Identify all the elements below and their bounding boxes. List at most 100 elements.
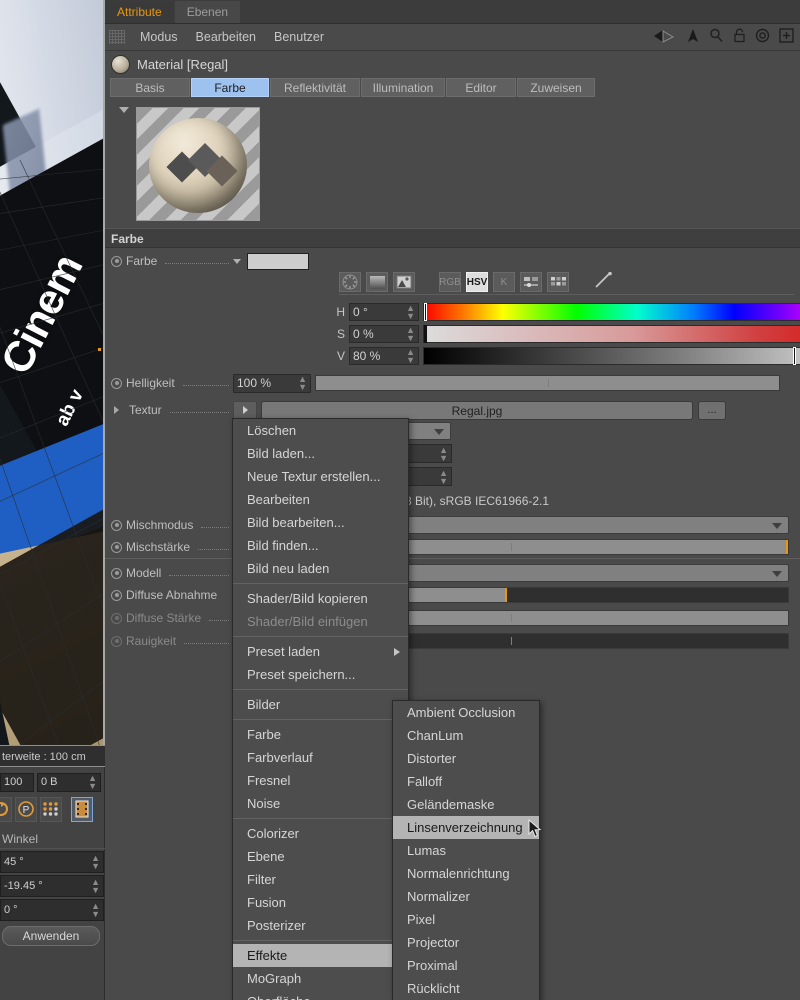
menu-item-bearbeiten[interactable]: Bearbeiten [233,488,408,511]
value-marker[interactable] [793,347,796,365]
menu-item-filter[interactable]: Filter [233,868,408,891]
submenu-item-projector[interactable]: Projector [393,931,539,954]
menu-modus[interactable]: Modus [131,30,187,44]
angle-b-field[interactable]: 0 ° ▲▼ [0,899,104,921]
menu-item-bild-finden[interactable]: Bild finden... [233,534,408,557]
submenu-item-normalizer[interactable]: Normalizer [393,885,539,908]
color-wheel-icon[interactable] [339,272,361,292]
submenu-item-pixel[interactable]: Pixel [393,908,539,931]
value-gradient-bar[interactable] [423,347,800,365]
tab-reflektivitaet[interactable]: Reflektivität [270,78,360,97]
radio-icon[interactable] [111,378,122,389]
submenu-item-chanlum[interactable]: ChanLum [393,724,539,747]
spinner-icon[interactable]: ▲▼ [88,774,97,790]
swatches-icon[interactable] [547,272,569,292]
hsv-input-h[interactable]: 0 ° ▲▼ [349,303,419,321]
submenu-item-falloff[interactable]: Falloff [393,770,539,793]
menu-item-farbe[interactable]: Farbe [233,723,408,746]
menu-item-loeschen[interactable]: Löschen [233,419,408,442]
menu-item-bild-neu-laden[interactable]: Bild neu laden [233,557,408,580]
menu-item-bild-bearbeiten[interactable]: Bild bearbeiten... [233,511,408,534]
saturation-marker[interactable] [424,325,427,343]
dots-grid-icon[interactable] [40,797,62,822]
menu-item-noise[interactable]: Noise [233,792,408,815]
spinner-icon[interactable]: ▲▼ [439,469,448,485]
submenu-item-ambient-occlusion[interactable]: Ambient Occlusion [393,701,539,724]
tab-farbe[interactable]: Farbe [191,78,269,97]
rotate-icon[interactable] [0,797,12,822]
chevron-down-icon[interactable] [233,259,241,264]
submenu-item-gelaendemaske[interactable]: Geländemaske [393,793,539,816]
effekte-submenu[interactable]: Ambient Occlusion ChanLum Distorter Fall… [392,700,540,1000]
menu-item-mograph[interactable]: MoGraph [233,967,408,990]
submenu-item-distorter[interactable]: Distorter [393,747,539,770]
drag-grip-icon[interactable] [109,30,125,44]
search-icon[interactable] [709,28,724,46]
eyedropper-icon[interactable] [593,272,615,293]
texture-menu-button[interactable] [233,401,257,420]
tab-zuweisen[interactable]: Zuweisen [517,78,595,97]
menu-item-colorizer[interactable]: Colorizer [233,822,408,845]
helligkeit-slider[interactable] [315,375,780,391]
p-circle-icon[interactable]: P [15,797,37,822]
hsv-mode-button[interactable]: HSV [466,272,488,292]
apply-button[interactable]: Anwenden [2,926,100,946]
menu-item-neue-textur-erstellen[interactable]: Neue Textur erstellen... [233,465,408,488]
spinner-icon[interactable]: ▲▼ [91,878,100,894]
film-strip-icon[interactable] [71,797,93,822]
menu-bearbeiten[interactable]: Bearbeiten [187,30,265,44]
gradient-icon[interactable] [366,272,388,292]
hsv-input-s[interactable]: 0 % ▲▼ [349,325,419,343]
mixer-icon[interactable] [520,272,542,292]
partial-number-field[interactable]: 100 [0,773,34,792]
submenu-item-proximal[interactable]: Proximal [393,954,539,977]
up-arrow-icon[interactable] [686,28,700,46]
spinner-icon[interactable]: ▲▼ [406,348,415,364]
expand-arrow-icon[interactable] [114,406,119,414]
menu-item-ebene[interactable]: Ebene [233,845,408,868]
menu-item-preset-laden[interactable]: Preset laden [233,640,408,663]
menu-item-preset-speichern[interactable]: Preset speichern... [233,663,408,686]
tab-illumination[interactable]: Illumination [361,78,445,97]
plus-box-icon[interactable] [779,28,794,46]
lock-icon[interactable] [733,28,746,46]
material-preview[interactable] [110,103,310,223]
tab-ebenen[interactable]: Ebenen [175,1,240,23]
submenu-item-normalenrichtung[interactable]: Normalenrichtung [393,862,539,885]
hue-marker[interactable] [424,303,427,321]
spinner-icon[interactable]: ▲▼ [406,304,415,320]
k-mode-button[interactable]: K [493,272,515,292]
hue-gradient-bar[interactable] [423,303,800,321]
spinner-icon[interactable]: ▲▼ [406,326,415,342]
menu-item-shader-bild-kopieren[interactable]: Shader/Bild kopieren [233,587,408,610]
target-icon[interactable] [755,28,770,46]
menu-item-oberflaeche[interactable]: Oberfläche [233,990,408,1000]
spinner-icon[interactable]: ▲▼ [439,446,448,462]
menu-item-farbverlauf[interactable]: Farbverlauf [233,746,408,769]
radio-icon[interactable] [111,520,122,531]
texture-browse-button[interactable]: ... [698,401,726,420]
texture-path-field[interactable]: Regal.jpg [261,401,693,420]
angle-h-field[interactable]: 45 ° ▲▼ [0,851,104,873]
spinner-icon[interactable]: ▲▼ [91,854,100,870]
tab-editor[interactable]: Editor [446,78,516,97]
menu-item-posterizer[interactable]: Posterizer [233,914,408,937]
menu-item-fresnel[interactable]: Fresnel [233,769,408,792]
texture-context-menu[interactable]: Löschen Bild laden... Neue Textur erstel… [232,418,409,1000]
angle-p-field[interactable]: -19.45 ° ▲▼ [0,875,104,897]
menu-benutzer[interactable]: Benutzer [265,30,333,44]
slider-handle[interactable] [505,588,507,602]
spinner-icon[interactable]: ▲▼ [91,902,100,918]
tab-attribute[interactable]: Attribute [105,1,174,23]
tab-basis[interactable]: Basis [110,78,190,97]
slider-handle[interactable] [786,540,788,554]
saturation-gradient-bar[interactable] [423,325,800,343]
submenu-item-linsenverzeichnung[interactable]: Linsenverzeichnung [393,816,539,839]
radio-icon[interactable] [111,568,122,579]
color-swatch[interactable] [247,253,309,270]
viewport-3d[interactable]: Cinem ab v [0,0,105,745]
spinner-icon[interactable]: ▲▼ [298,375,307,391]
menu-item-fusion[interactable]: Fusion [233,891,408,914]
menu-item-effekte[interactable]: Effekte [233,944,408,967]
memory-field[interactable]: 0 B ▲▼ [37,773,101,792]
